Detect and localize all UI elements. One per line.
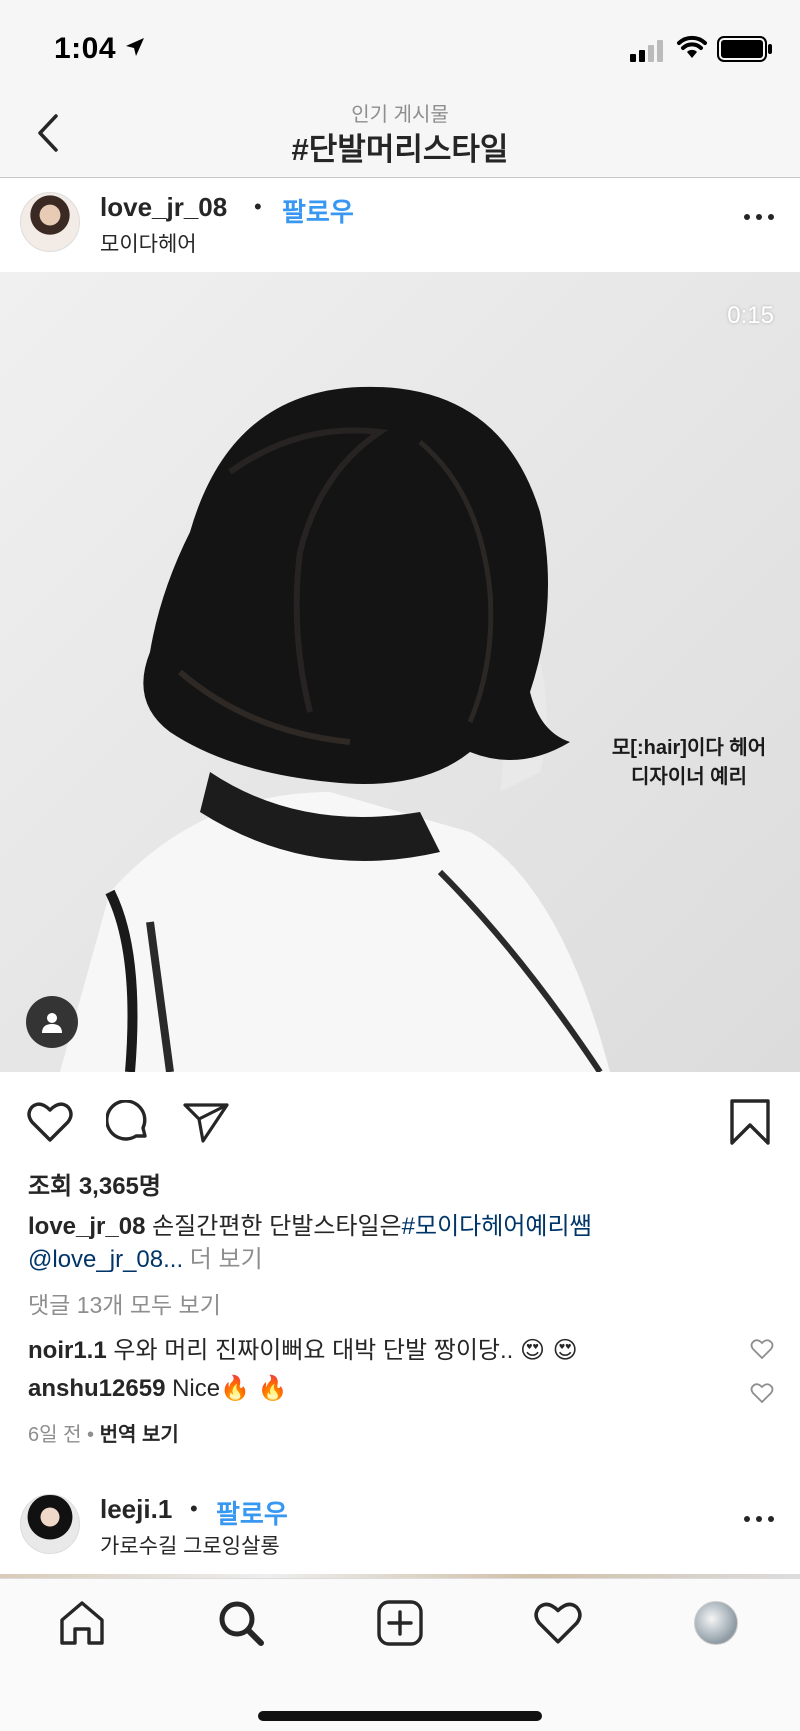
bookmark-icon [730,1099,770,1145]
paper-plane-icon [183,1103,229,1143]
post-location[interactable]: 모이다헤어 [100,228,197,258]
post-time-ago: 6일 전 [28,1424,82,1446]
caption-hashtag[interactable]: #모이다헤어예리쌤 [402,1213,592,1240]
view-count[interactable]: 조회 3,365명 [28,1166,161,1201]
comment-button[interactable] [104,1098,152,1146]
wifi-icon [677,35,707,58]
tab-new-post[interactable] [372,1595,428,1651]
comment-username[interactable]: noir1.1 [28,1337,107,1364]
more-dot-icon [768,1516,774,1522]
caption-text: 손질간편한 단발스타일은 [152,1213,402,1240]
video-duration: 0:15 [727,302,774,329]
cellular-signal-icon [630,40,663,62]
comment-text: Nice [172,1375,221,1402]
follow-button[interactable]: 팔로우 [216,1494,288,1531]
comment-like-heart-icon[interactable] [750,1382,774,1404]
bottom-tab-bar [0,1578,800,1731]
comment-row: noir1.1 우와 머리 진짜이뻐요 대박 단발 짱이당.. 😍 😍 [28,1330,578,1365]
post-meta: 6일 전 • 번역 보기 [28,1418,179,1447]
comment-like-heart-icon[interactable] [750,1338,774,1360]
more-options-button[interactable] [744,214,774,224]
follow-button[interactable]: 팔로우 [282,192,354,229]
tab-home[interactable] [54,1595,110,1651]
comment-emoji: 🔥 🔥 [220,1374,288,1402]
translate-link[interactable]: 번역 보기 [100,1424,179,1446]
post-username[interactable]: leeji.1 [100,1494,172,1525]
tab-activity[interactable] [530,1595,586,1651]
comment-row: anshu12659 Nice🔥 🔥 [28,1374,288,1403]
heart-icon [27,1102,73,1142]
comment-username[interactable]: anshu12659 [28,1375,165,1402]
more-dot-icon [744,1516,750,1522]
post-caption: love_jr_08 손질간편한 단발스타일은#모이다헤어예리쌤 @love_j… [28,1210,768,1276]
caption-mention[interactable]: @love_jr_08... [28,1246,183,1273]
home-indicator[interactable] [258,1711,542,1721]
comment-bubble-icon [106,1100,147,1141]
separator-dot: • [87,1424,100,1446]
avatar[interactable] [20,1494,80,1554]
like-button[interactable] [26,1098,74,1146]
more-options-button[interactable] [744,1516,774,1526]
activity-heart-icon [534,1602,582,1644]
save-button[interactable] [726,1098,774,1146]
post-actions [0,1072,800,1168]
header-subtitle: 인기 게시물 [351,104,449,126]
image-caption-overlay: 모[:hair]이다 헤어 디자이너 예리 [594,734,784,792]
page-title: #단발머리스타일 [291,132,509,167]
post-header: love_jr_08 • 팔로우 모이다헤어 [0,178,800,272]
tagged-users-button[interactable] [26,996,78,1048]
see-more-link[interactable]: 더 보기 [190,1246,263,1273]
separator-dot: • [254,194,262,219]
location-arrow-icon [126,38,144,56]
caption-username[interactable]: love_jr_08 [28,1213,145,1240]
next-post-header: leeji.1 • 팔로우 가로수길 그로잉살롱 [0,1480,800,1574]
view-all-comments-link[interactable]: 댓글 13개 모두 보기 [28,1286,221,1320]
post-location[interactable]: 가로수길 그로잉살롱 [100,1530,280,1560]
comment-text: 우와 머리 진짜이뻐요 대박 단발 짱이당.. [113,1337,514,1364]
post-video[interactable]: 0:15 모[:hair]이다 헤어 디자이너 예리 [0,272,800,1072]
scrolled-caption-strip [0,0,800,10]
separator-dot: • [190,1496,198,1521]
overlay-line: 모[:hair]이다 헤어 [611,737,767,759]
more-dot-icon [768,214,774,220]
battery-icon [717,36,772,62]
status-time: 1:04 [54,32,117,65]
more-dot-icon [756,1516,762,1522]
person-icon [42,1013,62,1033]
more-dot-icon [756,214,762,220]
comment-emoji: 😍 😍 [520,1336,578,1364]
tab-search[interactable] [213,1595,269,1651]
share-button[interactable] [182,1098,230,1146]
avatar[interactable] [20,192,80,252]
tab-profile[interactable] [688,1595,744,1651]
profile-avatar [694,1601,738,1645]
post-username[interactable]: love_jr_08 [100,192,227,223]
home-icon [60,1601,104,1645]
nav-header: 인기 게시물 #단발머리스타일 [0,90,800,178]
search-icon [219,1601,264,1646]
overlay-line: 디자이너 예리 [631,766,747,788]
hair-photo-illustration [60,386,610,1072]
status-bar: 1:04 [0,10,800,90]
more-dot-icon [744,214,750,220]
add-post-icon [377,1600,423,1646]
